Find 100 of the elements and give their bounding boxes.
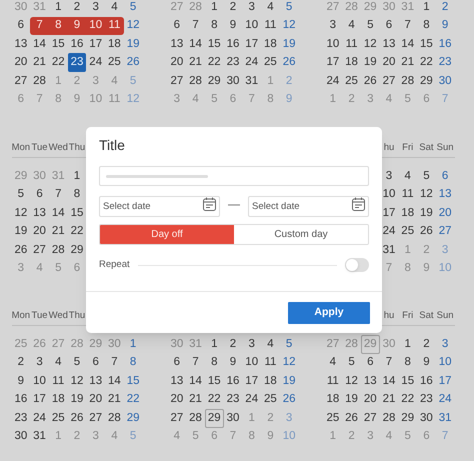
day-number[interactable]: 24 (242, 390, 262, 409)
day-number[interactable]: 29 (398, 409, 418, 428)
day-number[interactable]: 19 (342, 390, 361, 409)
day-number[interactable]: 27 (436, 222, 454, 241)
day-number[interactable]: 19 (68, 390, 86, 409)
day-number[interactable]: 17 (86, 35, 106, 54)
day-number[interactable]: 24 (242, 54, 262, 72)
day-number[interactable]: 1 (204, 0, 224, 16)
day-number[interactable]: 16 (224, 372, 242, 390)
day-number[interactable]: 16 (224, 35, 242, 54)
day-number[interactable]: 16 (12, 390, 30, 409)
day-number[interactable]: 1 (417, 0, 436, 16)
day-number[interactable]: 23 (224, 390, 242, 409)
day-number[interactable]: 13 (30, 204, 49, 222)
day-number[interactable]: 8 (204, 16, 224, 35)
day-number[interactable]: 24 (30, 409, 49, 428)
day-number[interactable]: 7 (398, 16, 418, 35)
day-number[interactable]: 19 (280, 372, 298, 390)
day-number[interactable]: 16 (417, 372, 436, 390)
day-number[interactable]: 24 (436, 390, 454, 409)
day-number[interactable]: 3 (242, 335, 262, 354)
day-number[interactable]: 26 (360, 72, 380, 90)
day-number[interactable]: 6 (168, 16, 186, 35)
day-number[interactable]: 27 (168, 409, 186, 428)
day-number[interactable]: 6 (30, 186, 49, 204)
day-number[interactable]: 22 (48, 54, 68, 72)
day-number[interactable]: 3 (30, 354, 49, 372)
day-number[interactable]: 29 (417, 72, 436, 90)
day-number[interactable]: 15 (124, 372, 142, 390)
day-number[interactable]: 11 (261, 16, 280, 35)
day-number[interactable]: 20 (168, 54, 186, 72)
day-number[interactable]: 19 (417, 204, 436, 222)
day-number[interactable]: 27 (86, 409, 106, 428)
day-number[interactable]: 20 (380, 54, 398, 72)
day-number[interactable]: 2 (12, 354, 30, 372)
day-number[interactable]: 14 (186, 35, 205, 54)
day-number[interactable]: 13 (168, 35, 186, 54)
day-number[interactable]: 17 (436, 372, 454, 390)
day-number[interactable]: 28 (186, 72, 205, 90)
day-number[interactable]: 21 (105, 390, 124, 409)
day-number[interactable]: 18 (342, 54, 361, 72)
day-number[interactable]: 8 (204, 354, 224, 372)
day-number[interactable]: 4 (261, 335, 280, 354)
day-number[interactable]: 2 (224, 0, 242, 16)
day-number[interactable]: 25 (342, 72, 361, 90)
day-number[interactable]: 25 (261, 390, 280, 409)
day-number[interactable]: 28 (30, 72, 49, 90)
day-number[interactable]: 12 (124, 16, 142, 35)
day-number[interactable]: 6 (86, 354, 106, 372)
day-number[interactable]: 8 (124, 354, 142, 372)
day-number[interactable]: 23 (417, 390, 436, 409)
day-number[interactable]: 14 (398, 35, 418, 54)
day-number[interactable]: 7 (186, 354, 205, 372)
day-number[interactable]: 17 (30, 390, 49, 409)
day-number[interactable]: 23 (68, 53, 86, 72)
day-number[interactable]: 4 (48, 354, 68, 372)
day-number[interactable]: 9 (224, 16, 242, 35)
day-number[interactable]: 23 (12, 409, 30, 428)
day-number[interactable]: 13 (12, 35, 30, 54)
day-number[interactable]: 17 (242, 35, 262, 54)
calendar-icon[interactable] (352, 196, 365, 210)
day-number[interactable]: 1 (48, 0, 68, 16)
day-number[interactable]: 3 (324, 16, 342, 35)
day-number[interactable]: 26 (68, 409, 86, 428)
day-number[interactable]: 26 (342, 409, 361, 428)
day-number[interactable]: 5 (280, 335, 298, 354)
day-number[interactable]: 28 (380, 409, 398, 428)
day-number[interactable]: 26 (12, 241, 30, 260)
day-number[interactable]: 12 (280, 354, 298, 372)
day-number[interactable]: 19 (12, 222, 30, 241)
day-number[interactable]: 2 (68, 0, 86, 16)
day-number[interactable]: 30 (12, 428, 30, 446)
day-number[interactable]: 1 (398, 335, 418, 354)
day-number[interactable]: 18 (105, 35, 124, 54)
day-number[interactable]: 22 (398, 390, 418, 409)
day-number[interactable]: 29 (204, 72, 224, 90)
day-number[interactable]: 15 (417, 35, 436, 54)
day-number[interactable]: 25 (398, 222, 418, 241)
day-number[interactable]: 18 (261, 372, 280, 390)
day-number[interactable]: 9 (436, 16, 454, 35)
day-number[interactable]: 31 (380, 241, 398, 260)
day-number[interactable]: 24 (380, 222, 398, 241)
day-number[interactable]: 27 (360, 409, 380, 428)
day-number[interactable]: 27 (12, 72, 30, 90)
day-number[interactable]: 26 (124, 54, 142, 72)
day-number[interactable]: 13 (380, 35, 398, 54)
day-number[interactable]: 12 (360, 35, 380, 54)
day-number[interactable]: 4 (342, 16, 361, 35)
day-number[interactable]: 29 (204, 408, 224, 428)
day-number[interactable]: 28 (48, 241, 68, 260)
day-number[interactable]: 4 (105, 0, 124, 16)
day-number[interactable]: 27 (168, 72, 186, 90)
day-number[interactable]: 12 (12, 204, 30, 222)
day-number[interactable]: 12 (417, 186, 436, 204)
day-number[interactable]: 20 (12, 54, 30, 72)
day-number[interactable]: 10 (242, 16, 262, 35)
title-field[interactable] (99, 166, 369, 186)
day-number[interactable]: 7 (30, 16, 49, 35)
day-number[interactable]: 3 (242, 0, 262, 16)
day-number[interactable]: 14 (30, 35, 49, 54)
